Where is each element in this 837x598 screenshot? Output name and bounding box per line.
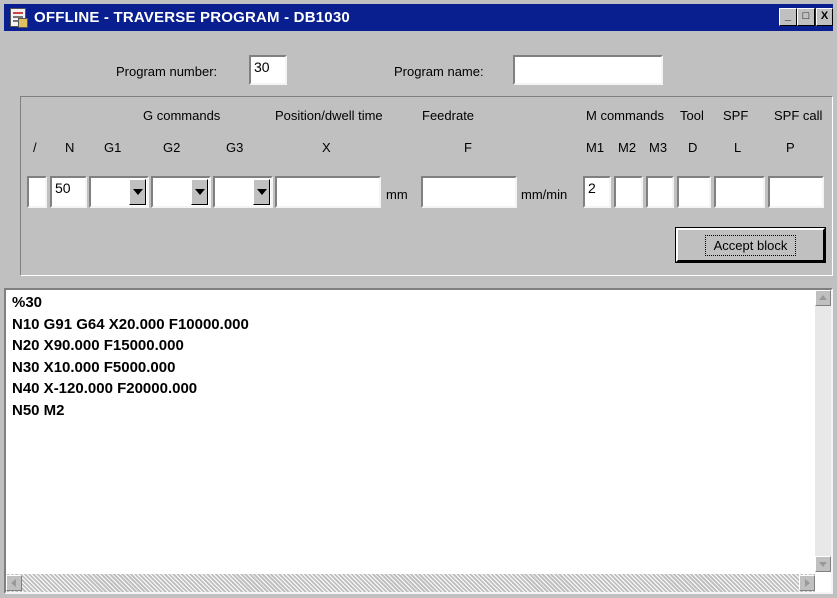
tool-d-field[interactable] (677, 176, 711, 208)
maximize-button[interactable]: □ (797, 8, 815, 26)
scroll-left-icon[interactable] (6, 575, 22, 591)
p-column-label: P (786, 140, 795, 155)
scroll-up-icon[interactable] (815, 290, 831, 306)
m1-column-label: M1 (586, 140, 605, 155)
chevron-down-icon[interactable] (253, 179, 270, 205)
program-line[interactable]: N50 M2 (12, 400, 249, 422)
g1-select[interactable] (89, 176, 149, 208)
minimize-button[interactable]: _ (779, 8, 797, 26)
program-number-label: Program number: (116, 64, 218, 79)
accept-block-button[interactable]: Accept block (675, 227, 826, 263)
spf-l-field[interactable] (714, 176, 765, 208)
skip-block-field[interactable] (27, 176, 47, 208)
traverse-program-window: OFFLINE - TRAVERSE PROGRAM - DB1030 _ □ … (0, 0, 837, 598)
program-name-label: Program name: (394, 64, 484, 79)
x-unit-label: mm (386, 187, 408, 202)
horizontal-scrollbar[interactable] (6, 574, 815, 592)
g3-column-label: G3 (226, 140, 244, 155)
n-block-number-field[interactable]: 50 (50, 176, 87, 208)
window-title: OFFLINE - TRAVERSE PROGRAM - DB1030 (34, 9, 350, 26)
program-line[interactable]: %30 (12, 292, 249, 314)
f-column-label: F (464, 140, 472, 155)
feedrate-header: Feedrate (422, 108, 475, 123)
chevron-down-icon[interactable] (191, 179, 208, 205)
g1-column-label: G1 (104, 140, 122, 155)
feedrate-unit-label: mm/min (521, 187, 568, 202)
accept-block-label: Accept block (704, 235, 797, 256)
program-line[interactable]: N40 X-120.000 F20000.000 (12, 378, 249, 400)
m-commands-header: M commands (586, 108, 665, 123)
scroll-down-icon[interactable] (815, 556, 831, 572)
scroll-right-icon[interactable] (799, 575, 815, 591)
g-commands-header: G commands (143, 108, 221, 123)
l-column-label: L (734, 140, 742, 155)
program-number-input[interactable]: 30 (249, 55, 287, 85)
g2-column-label: G2 (163, 140, 181, 155)
m3-field[interactable] (646, 176, 674, 208)
position-header: Position/dwell time (275, 108, 383, 123)
vertical-scrollbar[interactable] (815, 290, 831, 572)
program-line[interactable]: N20 X90.000 F15000.000 (12, 335, 249, 357)
close-button[interactable]: X (816, 8, 833, 26)
g3-select[interactable] (213, 176, 273, 208)
program-code: %30 N10 G91 G64 X20.000 F10000.000 N20 X90… (12, 292, 249, 421)
x-position-field[interactable] (275, 176, 381, 208)
program-name-input[interactable] (513, 55, 663, 85)
n-column-label: N (65, 140, 75, 155)
spf-header: SPF (723, 108, 749, 123)
chevron-down-icon[interactable] (129, 179, 146, 205)
title-bar[interactable]: OFFLINE - TRAVERSE PROGRAM - DB1030 _ □ … (4, 4, 833, 31)
m2-field[interactable] (614, 176, 643, 208)
spf-call-p-field[interactable] (768, 176, 824, 208)
m2-column-label: M2 (618, 140, 637, 155)
m3-column-label: M3 (649, 140, 668, 155)
program-listing[interactable]: %30 N10 G91 G64 X20.000 F10000.000 N20 X90… (4, 288, 833, 594)
m1-field[interactable]: 2 (583, 176, 611, 208)
g2-select[interactable] (151, 176, 211, 208)
program-line[interactable]: N10 G91 G64 X20.000 F10000.000 (12, 314, 249, 336)
d-column-label: D (688, 140, 698, 155)
spf-call-header: SPF call (774, 108, 823, 123)
program-document-icon (10, 8, 28, 28)
feedrate-field[interactable] (421, 176, 517, 208)
skip-column-label: / (33, 140, 37, 155)
program-line[interactable]: N30 X10.000 F5000.000 (12, 357, 249, 379)
x-column-label: X (322, 140, 331, 155)
tool-header: Tool (680, 108, 704, 123)
